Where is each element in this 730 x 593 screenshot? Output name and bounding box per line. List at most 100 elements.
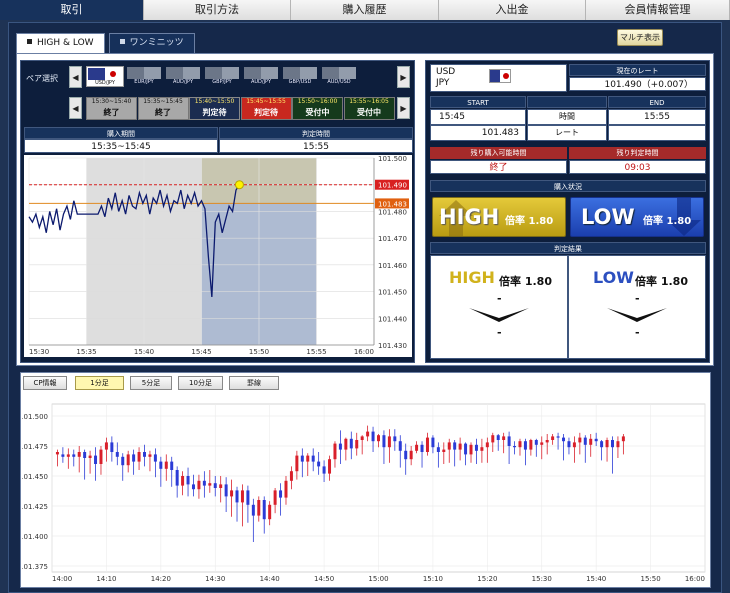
end-rate-value — [608, 125, 706, 141]
pair-item-2[interactable]: AUD/JPY — [164, 66, 202, 87]
candle-y-tick: 101.500 — [22, 413, 48, 421]
result-low-label: LOW — [593, 268, 634, 287]
candle-body — [534, 440, 538, 445]
period-time: 15:35~15:45 — [143, 98, 183, 105]
pair-prev-arrow[interactable]: ◀ — [69, 66, 82, 88]
purchase-status-header: 購入状況 — [430, 180, 706, 192]
candle-body — [507, 436, 511, 446]
candle-body — [556, 436, 560, 438]
candle-body — [474, 444, 478, 451]
current-rate-tag-label: 101.490 — [378, 182, 407, 190]
result-low-box: LOW 倍率 1.80 - - — [568, 255, 706, 359]
result-high-box: HIGH 倍率 1.80 - - — [430, 255, 568, 359]
pair-item-6[interactable]: AUD/USD — [320, 66, 358, 87]
candle-body — [404, 450, 408, 460]
candle-tab-3[interactable]: 10分足 — [178, 376, 223, 390]
candle-body — [338, 443, 342, 450]
period-item-4[interactable]: 15:50~16:00 受付中 — [292, 97, 343, 120]
result-low-dash-top: - — [635, 292, 640, 305]
candle-body — [251, 504, 255, 516]
x-tick-label: 15:30 — [29, 348, 49, 356]
period-next-arrow[interactable]: ▶ — [397, 97, 410, 119]
caret-right-icon: ▶ — [400, 103, 407, 113]
candle-tab-1[interactable]: 1分足 — [75, 376, 124, 390]
candle-body — [94, 455, 98, 464]
candlestick-chart: 101.500 101.475 101.450 101.425 101.400 101.3… — [22, 403, 706, 583]
candle-y-tick: 101.425 — [22, 503, 48, 511]
candle-body — [88, 455, 92, 458]
candle-body — [366, 431, 370, 437]
low-button[interactable]: LOW 倍率 1.80 — [570, 197, 704, 237]
pair-next-arrow[interactable]: ▶ — [397, 66, 410, 88]
candle-body — [66, 454, 70, 457]
nav-tab-4[interactable]: 会員情報管理 — [586, 0, 730, 20]
pair-item-1[interactable]: EUR/JPY — [125, 66, 163, 87]
multi-view-button[interactable]: マルチ表示 — [617, 29, 663, 46]
purchase-period-value: 15:35~15:45 — [24, 139, 218, 153]
period-item-0[interactable]: 15:30~15:40 終了 — [86, 97, 137, 120]
candle-body — [213, 483, 217, 488]
pair-item-5[interactable]: GBP/USD — [281, 66, 319, 87]
result-high-payout: 倍率 1.80 — [499, 275, 552, 288]
y-tick-label: 101.480 — [378, 208, 407, 216]
period-item-1[interactable]: 15:35~15:45 終了 — [137, 97, 189, 120]
candle-tab-2[interactable]: 5分足 — [130, 376, 172, 390]
candle-body — [104, 442, 108, 450]
current-rate-point — [234, 180, 244, 190]
tab-one-minute[interactable]: ワンミニッツ — [108, 33, 195, 53]
period-item-3[interactable]: 15:45~15:55 判定待 — [240, 97, 292, 120]
candle-body — [333, 443, 337, 460]
candle-body — [360, 436, 364, 440]
pair-item-3[interactable]: GBP/JPY — [203, 66, 241, 87]
pair-item-0[interactable]: USD/JPY — [86, 66, 124, 87]
rate-label: レート — [527, 125, 607, 141]
candle-body — [480, 447, 484, 451]
period-status: 判定待 — [254, 108, 278, 117]
nav-tab-2[interactable]: 購入履歴 — [291, 0, 439, 20]
candle-body — [355, 440, 359, 449]
candle-body — [262, 500, 266, 520]
candle-x-tick: 15:40 — [586, 575, 606, 583]
candle-body — [616, 441, 620, 448]
candle-body — [442, 449, 446, 452]
candle-x-tick: 14:00 — [52, 575, 72, 583]
period-prev-arrow[interactable]: ◀ — [69, 97, 82, 119]
high-button-label: HIGH — [439, 205, 500, 229]
result-high-label: HIGH — [449, 268, 495, 287]
x-tick-label: 15:55 — [306, 348, 326, 356]
candle-tab-0[interactable]: CP情報 — [23, 376, 67, 390]
candle-body — [600, 441, 604, 448]
period-status: 終了 — [155, 108, 171, 117]
candle-body — [132, 454, 136, 462]
period-item-2[interactable]: 15:40~15:50 判定待 — [189, 97, 240, 120]
pair-item-label: GBP/JPY — [212, 79, 232, 85]
tab-one-minute-label: ワンミニッツ — [129, 38, 184, 48]
currency-flag-icon — [127, 67, 161, 79]
candle-x-tick: 15:00 — [368, 575, 388, 583]
purchase-period-header: 購入期間 — [24, 127, 218, 139]
nav-tab-3[interactable]: 入出金 — [439, 0, 586, 20]
currency-quote: JPY — [436, 78, 450, 88]
nav-tab-0[interactable]: 取引 — [0, 0, 144, 20]
judgment-time-header: 判定時間 — [219, 127, 413, 139]
candle-body — [572, 442, 576, 448]
candle-tab-4[interactable]: 罫線 — [229, 376, 279, 390]
tab-high-low[interactable]: HIGH & LOW — [16, 33, 105, 53]
high-button[interactable]: HIGH 倍率 1.80 — [432, 197, 566, 237]
pair-item-4[interactable]: AUD/JPY — [242, 66, 280, 87]
candle-body — [317, 461, 321, 467]
candle-body — [61, 454, 65, 457]
candle-body — [110, 442, 114, 452]
x-tick-label: 15:45 — [191, 348, 211, 356]
candle-body — [181, 476, 185, 486]
candle-body — [77, 452, 81, 457]
nav-tab-1[interactable]: 取引方法 — [144, 0, 291, 20]
currency-flag-icon — [88, 68, 122, 80]
candle-body — [208, 483, 212, 486]
candle-body — [491, 435, 495, 443]
candle-body — [153, 454, 157, 462]
candle-body — [453, 442, 457, 450]
period-item-5[interactable]: 15:55~16:05 受付中 — [343, 97, 395, 120]
candle-body — [594, 438, 598, 442]
start-header: START — [430, 96, 526, 108]
